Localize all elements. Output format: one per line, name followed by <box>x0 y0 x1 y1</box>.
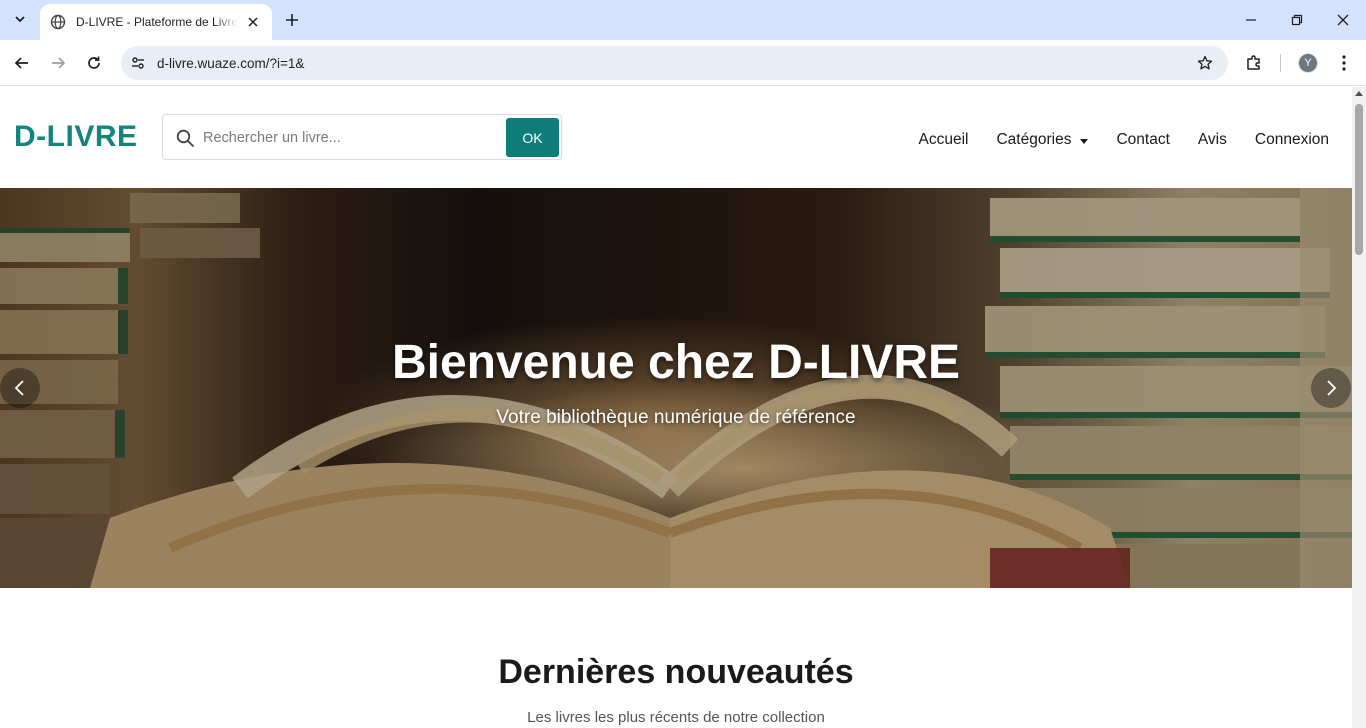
address-bar[interactable]: d-livre.wuaze.com/?i=1& <box>121 46 1228 80</box>
nav-item-categories-label: Catégories <box>996 131 1072 148</box>
nav-item-categories[interactable]: Catégories <box>996 131 1089 149</box>
close-icon <box>1337 14 1349 26</box>
reload-icon <box>88 56 100 69</box>
site-info-icon[interactable] <box>123 48 153 78</box>
section-title: Dernières nouveautés <box>498 653 854 691</box>
extensions-button[interactable] <box>1240 49 1268 77</box>
carousel-prev-button[interactable] <box>0 368 40 408</box>
caret-down-icon <box>1080 138 1089 144</box>
bookmark-star-icon[interactable] <box>1190 48 1220 78</box>
nav-item-contact[interactable]: Contact <box>1116 131 1169 149</box>
chevron-right-icon <box>1327 380 1337 396</box>
search-form: OK <box>162 114 562 160</box>
chevron-left-icon <box>14 380 24 396</box>
reload-button[interactable] <box>80 49 108 77</box>
main-nav: Accueil Catégories Contact Avis Connexio… <box>891 131 1329 149</box>
nav-item-login[interactable]: Connexion <box>1255 131 1329 149</box>
close-tab-icon[interactable] <box>244 13 262 31</box>
url-text[interactable]: d-livre.wuaze.com/?i=1& <box>157 56 1190 71</box>
restore-button[interactable] <box>1274 0 1320 40</box>
chevron-down-icon <box>15 16 25 23</box>
toolbar-divider <box>1280 54 1281 72</box>
arrow-right-icon <box>52 57 66 69</box>
search-input[interactable] <box>203 125 493 151</box>
profile-button[interactable]: Y <box>1294 49 1322 77</box>
forward-button[interactable] <box>44 49 72 77</box>
search-submit-button[interactable]: OK <box>506 118 559 157</box>
back-button[interactable] <box>8 49 36 77</box>
search-icon <box>176 129 194 147</box>
page-scrollbar[interactable] <box>1352 87 1366 728</box>
site-logo[interactable]: D-LIVRE <box>14 120 138 154</box>
scroll-up-arrow-icon[interactable] <box>1355 91 1363 96</box>
site-header: D-LIVRE OK Accueil Catégories Contact Av… <box>0 87 1352 188</box>
globe-icon <box>50 14 66 30</box>
browser-toolbar: d-livre.wuaze.com/?i=1& Y <box>0 40 1366 86</box>
browser-menu-button[interactable] <box>1330 49 1358 77</box>
minimize-button[interactable] <box>1228 0 1274 40</box>
carousel-next-button[interactable] <box>1311 368 1351 408</box>
section-subtitle: Les livres les plus récents de notre col… <box>527 709 825 726</box>
puzzle-icon <box>1247 55 1260 70</box>
close-window-button[interactable] <box>1320 0 1366 40</box>
hero-carousel: Bienvenue chez D-LIVRE Votre bibliothèqu… <box>0 188 1352 588</box>
browser-tab[interactable]: D-LIVRE - Plateforme de Livres en ligne <box>40 4 272 40</box>
avatar: Y <box>1298 53 1318 73</box>
page-viewport: D-LIVRE OK Accueil Catégories Contact Av… <box>0 87 1352 728</box>
kebab-menu-icon <box>1342 55 1346 71</box>
nav-item-reviews[interactable]: Avis <box>1198 131 1227 149</box>
restore-icon <box>1291 14 1303 26</box>
scrollbar-thumb[interactable] <box>1355 104 1363 255</box>
plus-icon <box>286 14 298 26</box>
tab-title: D-LIVRE - Plateforme de Livres en ligne <box>76 15 238 29</box>
hero-title: Bienvenue chez D-LIVRE <box>391 336 961 389</box>
nav-item-home[interactable]: Accueil <box>919 131 969 149</box>
new-tab-button[interactable] <box>280 8 304 32</box>
tab-strip: D-LIVRE - Plateforme de Livres en ligne <box>0 0 1366 40</box>
arrow-left-icon <box>14 57 28 69</box>
hero-subtitle: Votre bibliothèque numérique de référenc… <box>496 407 856 428</box>
minimize-icon <box>1246 19 1256 21</box>
tab-search-button[interactable] <box>8 7 32 31</box>
